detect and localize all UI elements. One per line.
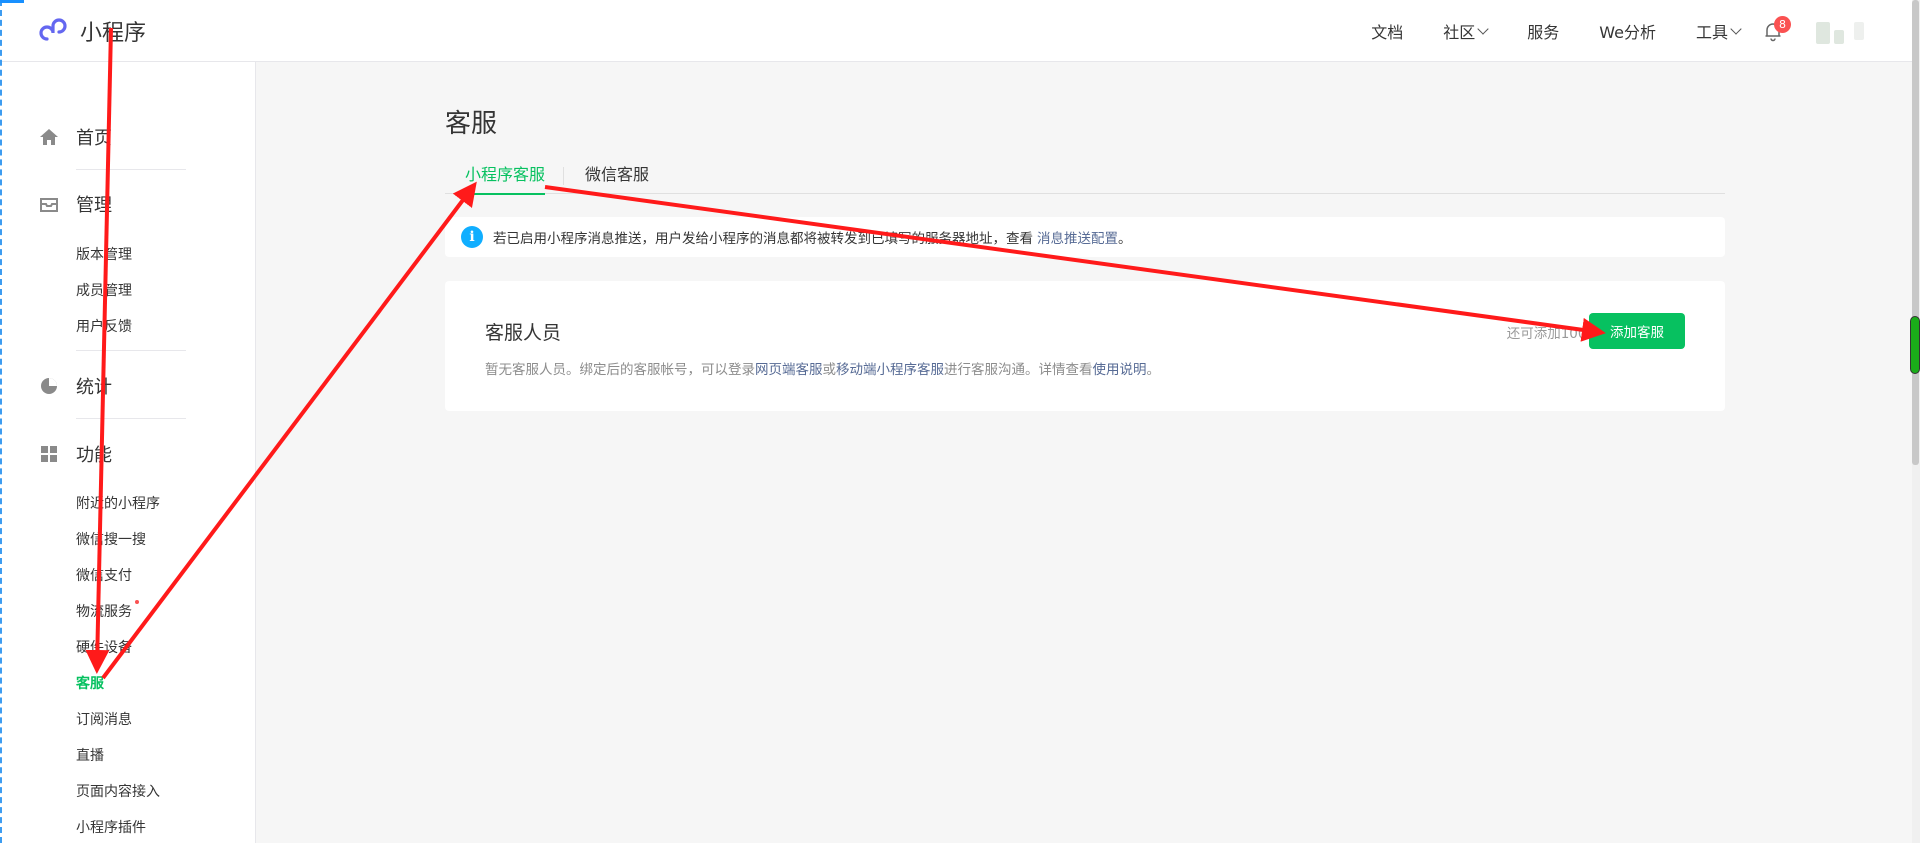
top-nav: 文档 社区 服务 We分析 工具 [1331, 0, 1742, 62]
sidebar-divider [76, 350, 186, 351]
web-service-link[interactable]: 网页端客服 [755, 362, 823, 378]
sidebar-item-stats[interactable]: 统计 [38, 373, 112, 399]
service-staff-card: 客服人员 暂无客服人员。绑定后的客服帐号，可以登录网页端客服或移动端小程序客服进… [445, 281, 1725, 411]
sidebar-item-stats-label: 统计 [76, 377, 112, 398]
info-icon: i [461, 226, 483, 248]
grid-icon [41, 446, 57, 462]
card-desc-prefix: 暂无客服人员。绑定后的客服帐号，可以登录 [485, 362, 755, 378]
sidebar-item-manage-label: 管理 [76, 195, 112, 216]
sidebar-item-plugin[interactable]: 小程序插件 [76, 817, 146, 837]
sidebar-item-wechat-search[interactable]: 微信搜一搜 [76, 529, 146, 549]
nav-community[interactable]: 社区 [1443, 19, 1489, 43]
nav-community-label: 社区 [1443, 23, 1476, 42]
sidebar-item-page-content[interactable]: 页面内容接入 [76, 781, 160, 801]
sidebar-item-hardware[interactable]: 硬件设备 [76, 637, 132, 657]
tab-miniprogram-service[interactable]: 小程序客服 [465, 163, 546, 195]
usage-guide-link[interactable]: 使用说明 [1093, 362, 1147, 378]
sidebar-item-version-manage[interactable]: 版本管理 [76, 244, 132, 264]
logo-text: 小程序 [80, 21, 147, 46]
sidebar-item-live[interactable]: 直播 [76, 745, 104, 765]
page-title: 客服 [445, 109, 498, 139]
miniprogram-logo-icon [39, 18, 67, 41]
sidebar-divider [76, 169, 186, 170]
info-notice: i 若已启用小程序消息推送，用户发给小程序的消息都将被转发到已填写的服务器地址，… [445, 217, 1725, 257]
logo[interactable]: 小程序 [38, 15, 146, 47]
new-dot-indicator [135, 600, 139, 604]
annotation-arrows [85, 27, 1606, 680]
avatar[interactable] [1816, 22, 1864, 44]
sidebar-item-member-manage[interactable]: 成员管理 [76, 280, 132, 300]
top-header: 小程序 文档 社区 服务 We分析 工具 8 [0, 0, 1912, 62]
sidebar-item-home-label: 首页 [76, 128, 112, 149]
chevron-down-icon [1477, 23, 1489, 35]
notification-button[interactable]: 8 [1762, 16, 1791, 42]
sidebar-item-manage[interactable]: 管理 [38, 191, 112, 217]
nav-docs-label: 文档 [1371, 23, 1404, 42]
card-desc-mid: 进行客服沟通。详情查看 [944, 362, 1093, 378]
sidebar-item-features-label: 功能 [76, 445, 112, 466]
message-push-config-link[interactable]: 消息推送配置 [1037, 227, 1118, 247]
home-icon [40, 129, 58, 145]
top-edge-marker [0, 0, 24, 3]
nav-docs[interactable]: 文档 [1371, 19, 1403, 43]
sidebar-item-subscription-message[interactable]: 订阅消息 [76, 709, 132, 729]
card-desc-end: 。 [1146, 362, 1161, 378]
sidebar-item-logistics[interactable]: 物流服务 [76, 600, 139, 621]
sidebar-divider [76, 418, 186, 419]
nav-analytics-label: We分析 [1599, 23, 1656, 42]
scroll-handle[interactable] [1910, 316, 1920, 374]
nav-tools-label: 工具 [1695, 23, 1728, 42]
sidebar-item-user-feedback[interactable]: 用户反馈 [76, 316, 132, 336]
tab-wechat-service[interactable]: 微信客服 [585, 163, 649, 193]
quota-text: 还可添加100个 [1506, 326, 1600, 342]
card-desc-or: 或 [822, 362, 837, 378]
tab-separator [563, 167, 564, 185]
nav-services[interactable]: 服务 [1527, 19, 1559, 43]
nav-analytics[interactable]: We分析 [1599, 19, 1656, 43]
left-dashed-edge [0, 0, 2, 843]
sidebar-item-nearby-miniprogram[interactable]: 附近的小程序 [76, 493, 160, 513]
sidebar-item-features[interactable]: 功能 [38, 441, 112, 467]
nav-tools[interactable]: 工具 [1695, 19, 1742, 43]
card-description: 暂无客服人员。绑定后的客服帐号，可以登录网页端客服或移动端小程序客服进行客服沟通… [485, 358, 1160, 378]
card-title: 客服人员 [485, 322, 562, 344]
sidebar-item-customer-service[interactable]: 客服 [76, 673, 104, 693]
sidebar-item-wechat-pay[interactable]: 微信支付 [76, 565, 132, 585]
sidebar-item-home[interactable]: 首页 [38, 124, 112, 150]
sidebar-item-logistics-label: 物流服务 [76, 604, 132, 620]
pie-chart-icon [41, 378, 57, 394]
add-service-button[interactable]: 添加客服 [1589, 313, 1685, 349]
notice-end: 。 [1118, 231, 1132, 247]
inbox-icon [40, 198, 58, 212]
mobile-service-link[interactable]: 移动端小程序客服 [836, 362, 944, 378]
chevron-down-icon [1730, 23, 1742, 35]
nav-services-label: 服务 [1527, 23, 1560, 42]
tab-bar: 小程序客服 微信客服 [445, 163, 1725, 195]
notification-badge: 8 [1774, 16, 1791, 33]
scrollbar-thumb[interactable] [1912, 0, 1919, 465]
notice-text: 若已启用小程序消息推送，用户发给小程序的消息都将被转发到已填写的服务器地址，查看 [493, 231, 1033, 247]
